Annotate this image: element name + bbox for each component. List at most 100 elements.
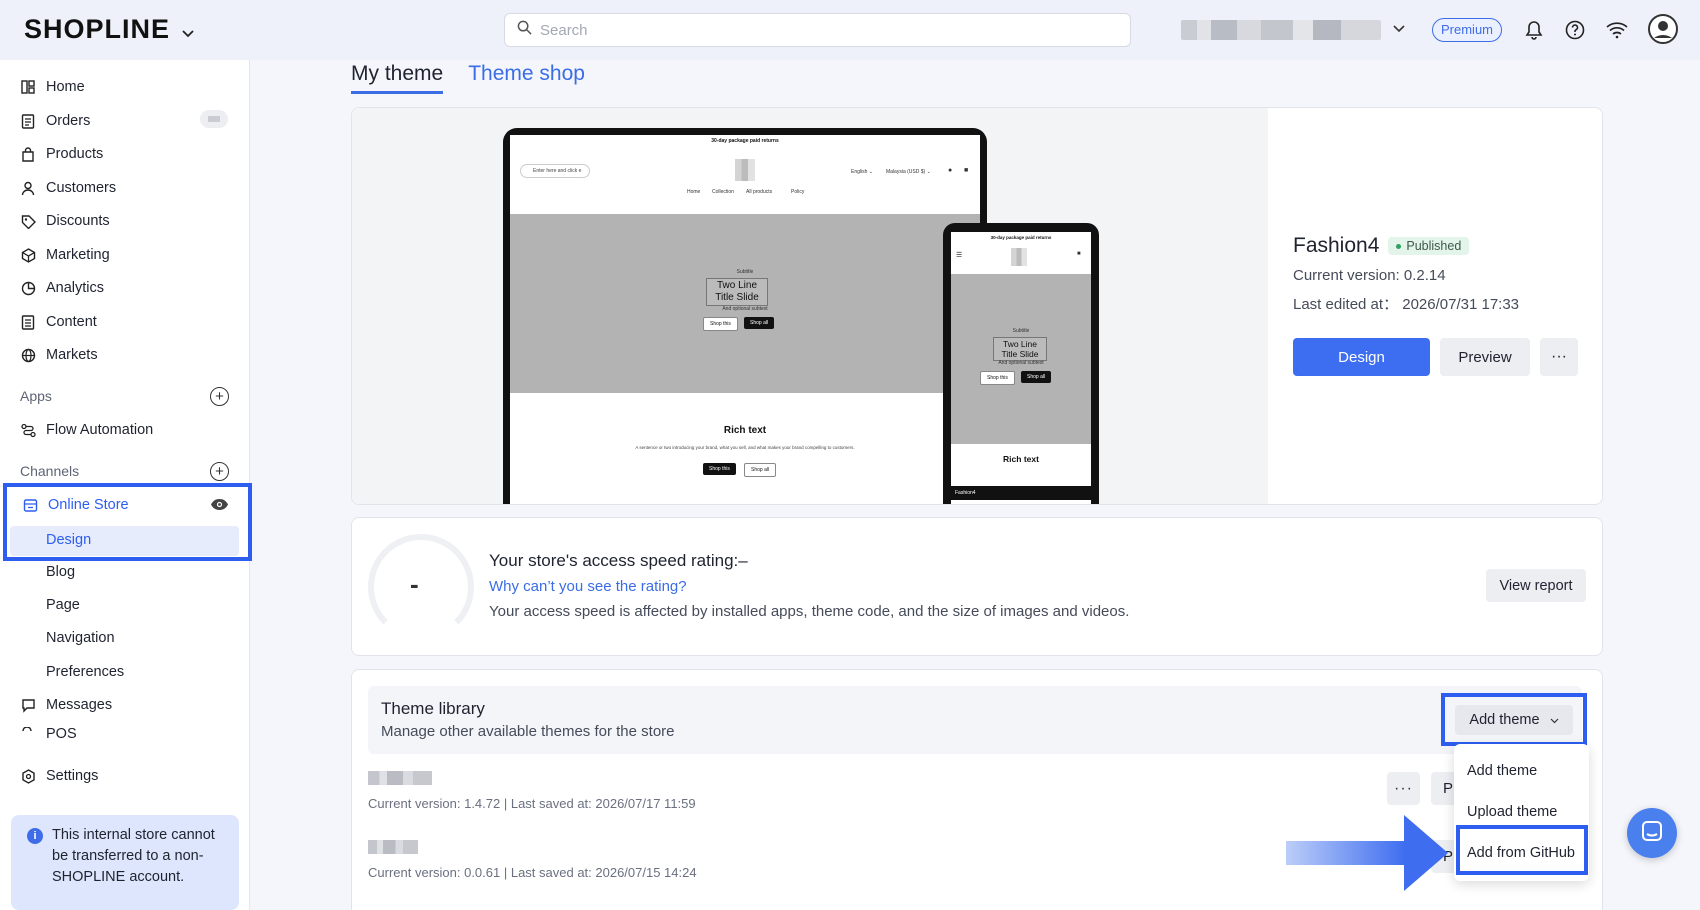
sidebar-item-marketing[interactable]: Marketing <box>20 242 110 268</box>
sidebar-subitem-blog[interactable]: Blog <box>46 564 75 580</box>
person-icon <box>20 180 36 196</box>
mock-phone-hero: Subtitle Two Line Title Slide And option… <box>951 274 1091 444</box>
mock-cart-icon: ■ <box>964 167 969 174</box>
sidebar-subitem-navigation[interactable]: Navigation <box>46 630 115 646</box>
sidebar-item-markets[interactable]: Markets <box>20 342 98 368</box>
mock-phone-shop-all: Shop all <box>1021 371 1052 383</box>
sidebar-subitem-preferences[interactable]: Preferences <box>46 664 124 680</box>
chevron-down-icon[interactable] <box>182 14 194 45</box>
sidebar-item-pos[interactable]: POS <box>20 726 77 740</box>
mock-language: English ⌄ <box>851 169 873 175</box>
globe-icon <box>20 347 36 363</box>
sidebar-item-settings[interactable]: Settings <box>20 763 98 789</box>
sidebar-item-orders[interactable]: Orders <box>20 108 90 134</box>
search-bar[interactable] <box>504 13 1131 47</box>
chat-support-button[interactable] <box>1627 808 1677 858</box>
store-chevron-down-icon[interactable] <box>1393 20 1405 38</box>
published-badge: Published <box>1388 237 1470 255</box>
search-input[interactable] <box>540 21 1100 39</box>
bell-icon[interactable] <box>1521 17 1547 43</box>
speed-gauge <box>368 534 474 640</box>
sidebar-item-label: Orders <box>46 113 91 129</box>
mock-phone-hero-tagline: And optional subtext <box>998 360 1044 366</box>
info-icon: i <box>27 828 43 844</box>
store-name-redacted[interactable] <box>1181 20 1381 40</box>
mock-announcement-bar: 30-day package paid returns <box>711 138 779 144</box>
tag-icon <box>20 213 36 229</box>
sidebar-item-label: POS <box>46 726 77 740</box>
sidebar-item-products[interactable]: Products <box>20 141 103 167</box>
notice-text: This internal store cannot be transferre… <box>52 827 215 885</box>
sidebar-item-flow-automation[interactable]: Flow Automation <box>20 417 153 443</box>
orders-count-badge <box>200 110 228 128</box>
add-from-github-highlight-box <box>1456 825 1588 875</box>
mock-phone-hero-title: Two Line Title Slide <box>993 337 1047 361</box>
theme-preview-pane[interactable]: 30-day package paid returns Enter here a… <box>352 108 1268 504</box>
sidebar-item-home[interactable]: Home <box>20 74 85 100</box>
mock-currency: Malaysia (USD $) ⌄ <box>886 169 931 175</box>
mock-nav-policy: Policy <box>791 189 805 195</box>
speed-rating-help-link[interactable]: Why can’t you see the rating? <box>489 578 687 595</box>
shopline-logo[interactable]: SHOPLINE <box>24 14 194 45</box>
mock-user-icon: ● <box>948 167 953 174</box>
sidebar-item-analytics[interactable]: Analytics <box>20 275 104 301</box>
status-dot-icon <box>1396 243 1402 249</box>
bag-icon <box>20 146 36 162</box>
library-theme-meta: Current version: 0.0.61 | Last saved at:… <box>368 865 697 880</box>
help-icon[interactable] <box>1562 17 1588 43</box>
mock-phone-footer: Fashion4 <box>951 486 1091 500</box>
sidebar-item-label: Settings <box>46 768 99 784</box>
sidebar-item-messages[interactable]: Messages <box>20 692 112 718</box>
tab-theme-shop[interactable]: Theme shop <box>468 60 585 94</box>
tab-my-theme[interactable]: My theme <box>351 60 444 94</box>
library-theme-name-redacted <box>368 840 418 854</box>
add-theme-highlight-box <box>1441 693 1587 746</box>
pos-icon <box>20 726 36 740</box>
megaphone-icon <box>20 247 36 263</box>
mock-phone-announcement: 30-day package paid returns <box>990 235 1052 240</box>
logo-text: SHOPLINE <box>24 14 171 44</box>
dropdown-add-theme[interactable]: Add theme <box>1467 763 1537 779</box>
document-icon <box>20 314 36 330</box>
wifi-icon[interactable] <box>1604 17 1630 43</box>
add-app-plus-icon[interactable]: + <box>210 387 229 406</box>
current-theme-info: Fashion4 Published Current version: 0.2.… <box>1293 234 1519 314</box>
library-theme-more-button[interactable]: ··· <box>1387 772 1420 805</box>
design-button[interactable]: Design <box>1293 338 1430 376</box>
account-avatar-icon[interactable] <box>1648 14 1678 44</box>
sidebar-subitem-page[interactable]: Page <box>46 597 80 613</box>
theme-version: Current version: 0.2.14 <box>1293 267 1446 284</box>
online-store-highlight-box <box>3 483 252 561</box>
pointer-arrow-icon <box>1404 815 1448 891</box>
mock-shop-all-button: Shop all <box>744 317 775 329</box>
desktop-preview-mockup: 30-day package paid returns Enter here a… <box>503 128 987 504</box>
sidebar-item-label: Discounts <box>46 213 110 229</box>
sidebar-item-content[interactable]: Content <box>20 309 97 335</box>
pie-chart-icon <box>20 280 36 296</box>
chat-bubble-icon <box>20 697 36 713</box>
home-icon <box>20 79 36 95</box>
mock-rich-shop-all: Shop all <box>744 463 777 477</box>
theme-more-button[interactable]: ··· <box>1540 338 1578 376</box>
sidebar-item-discounts[interactable]: Discounts <box>20 208 110 234</box>
view-report-button[interactable]: View report <box>1486 569 1586 602</box>
theme-last-edited: Last edited at： 2026/07/31 17:33 <box>1293 296 1520 313</box>
mock-phone-shop-this: Shop this <box>980 371 1015 385</box>
pointer-arrow-shaft <box>1286 841 1406 865</box>
library-theme-name-redacted <box>368 771 432 785</box>
mock-hero-subtitle: Subtitle <box>736 269 754 275</box>
mock-rich-text-desc: A sentence or two introducing your brand… <box>635 445 855 450</box>
mock-phone-logo <box>1011 248 1027 266</box>
speed-value: - <box>410 569 419 599</box>
add-channel-plus-icon[interactable]: + <box>210 462 229 481</box>
sidebar-item-customers[interactable]: Customers <box>20 175 116 201</box>
search-icon <box>517 20 532 40</box>
plan-badge: Premium <box>1432 18 1503 42</box>
mock-phone-menu-icon: ☰ <box>956 252 963 259</box>
dropdown-upload-theme[interactable]: Upload theme <box>1467 804 1557 820</box>
sidebar-item-label: Flow Automation <box>46 422 154 438</box>
mock-search-box: Enter here and click e <box>520 164 590 178</box>
flow-icon <box>20 422 36 438</box>
preview-button[interactable]: Preview <box>1440 338 1530 376</box>
mock-nav-all-products: All products <box>746 189 773 195</box>
